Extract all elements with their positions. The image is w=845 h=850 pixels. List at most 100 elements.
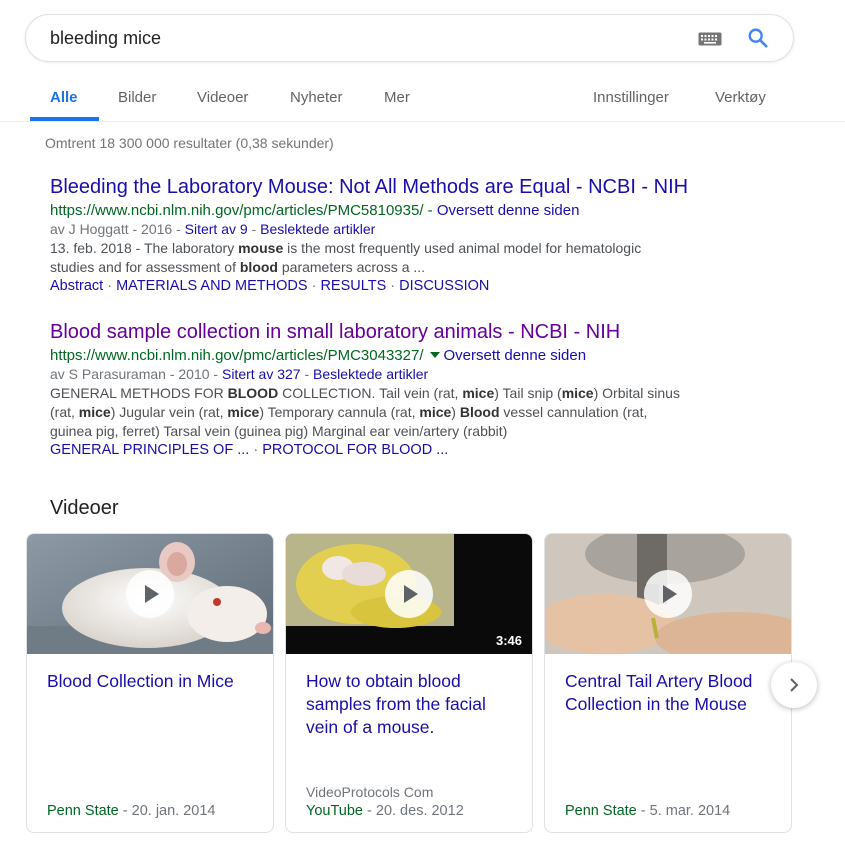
snippet-text: studies and for assessment of xyxy=(50,259,240,275)
video-card[interactable]: 3:46 How to obtain blood samples from th… xyxy=(285,533,533,833)
snippet-keyword: mice xyxy=(462,385,495,401)
tab-news[interactable]: Nyheter xyxy=(290,89,343,106)
snippet-text: GENERAL METHODS FOR xyxy=(50,385,228,401)
play-icon[interactable] xyxy=(385,570,433,618)
video-thumbnail[interactable] xyxy=(27,534,273,654)
video-source: YouTube - 20. des. 2012 xyxy=(306,803,464,819)
tab-settings[interactable]: Innstillinger xyxy=(593,89,669,106)
related-articles-link[interactable]: Beslektede artikler xyxy=(313,366,428,382)
result-sitelinks: Abstract · MATERIALS AND METHODS · RESUL… xyxy=(50,277,790,296)
video-date: 20. jan. 2014 xyxy=(131,803,216,819)
sitelink-abstract[interactable]: Abstract xyxy=(50,278,103,294)
separator: - xyxy=(300,366,314,382)
snippet-keyword: mice xyxy=(227,404,260,420)
video-title[interactable]: Central Tail Artery Blood Collection in … xyxy=(565,670,780,716)
snippet-text: - The laboratory xyxy=(131,240,239,256)
video-title[interactable]: Blood Collection in Mice xyxy=(47,670,262,693)
snippet-text: guinea pig, ferret) Tarsal vein (guinea … xyxy=(50,423,508,439)
video-date: 20. des. 2012 xyxy=(375,803,464,819)
separator: - xyxy=(247,221,261,237)
snippet-keyword: mice xyxy=(419,404,452,420)
videos-heading: Videoer xyxy=(50,497,119,519)
cited-by-link[interactable]: Sitert av 9 xyxy=(185,221,248,237)
separator: - xyxy=(118,803,132,819)
video-card[interactable]: Blood Collection in Mice Penn State - 20… xyxy=(26,533,274,833)
snippet-keyword: blood xyxy=(239,259,278,275)
translate-link[interactable]: Oversett denne siden xyxy=(437,202,580,219)
sitelink-separator: · xyxy=(249,442,263,458)
search-tabs: Alle Bilder Videoer Nyheter Mer Innstill… xyxy=(0,80,845,122)
snippet-text: ) Temporary cannula (rat, xyxy=(259,404,420,420)
translate-link[interactable]: Oversett denne siden xyxy=(444,347,587,364)
snippet-text: ) Jugular vein (rat, xyxy=(110,404,228,420)
result-snippet: 13. feb. 2018 - The laboratory mouse is … xyxy=(50,239,790,277)
video-source-name: YouTube xyxy=(306,803,363,819)
video-duration: 3:46 xyxy=(495,633,522,648)
result-title-link[interactable]: Bleeding the Laboratory Mouse: Not All M… xyxy=(50,175,790,199)
search-box[interactable] xyxy=(25,14,794,62)
video-channel: VideoProtocols Com xyxy=(306,784,434,800)
snippet-text: is the most frequently used animal model… xyxy=(283,240,642,256)
result-title-link[interactable]: Blood sample collection in small laborat… xyxy=(50,320,790,344)
author-year: av S Parasuraman - 2010 - xyxy=(50,366,222,382)
video-title[interactable]: How to obtain blood samples from the fac… xyxy=(306,670,521,739)
snippet-text: ) Orbital sinus xyxy=(593,385,680,401)
search-result: Bleeding the Laboratory Mouse: Not All M… xyxy=(50,175,790,296)
snippet-text: ) xyxy=(451,404,460,420)
search-input[interactable] xyxy=(50,15,690,61)
snippet-keyword: mice xyxy=(561,385,594,401)
sitelink-protocol[interactable]: PROTOCOL FOR BLOOD ... xyxy=(262,442,448,458)
video-card[interactable]: Central Tail Artery Blood Collection in … xyxy=(544,533,792,833)
keyboard-icon[interactable] xyxy=(698,32,722,46)
sitelink-methods[interactable]: MATERIALS AND METHODS xyxy=(116,278,307,294)
tab-more[interactable]: Mer xyxy=(384,89,410,106)
snippet-text: ) Tail snip ( xyxy=(494,385,562,401)
related-articles-link[interactable]: Beslektede artikler xyxy=(260,221,375,237)
search-icon[interactable] xyxy=(747,27,769,49)
sitelink-separator: · xyxy=(386,278,400,294)
result-url-line: https://www.ncbi.nlm.nih.gov/pmc/article… xyxy=(50,346,790,365)
result-url[interactable]: https://www.ncbi.nlm.nih.gov/pmc/article… xyxy=(50,202,424,219)
result-meta: av J Hoggatt - 2016 - Sitert av 9 - Besl… xyxy=(50,220,790,239)
result-url-line: https://www.ncbi.nlm.nih.gov/pmc/article… xyxy=(50,201,790,220)
video-source-name: Penn State xyxy=(47,803,119,819)
snippet-keyword: BLOOD xyxy=(227,385,279,401)
play-icon[interactable] xyxy=(644,570,692,618)
video-source-name: Penn State xyxy=(565,803,637,819)
video-thumbnail[interactable] xyxy=(545,534,791,654)
chevron-right-icon xyxy=(790,678,799,692)
snippet-keyword: Blood xyxy=(459,404,500,420)
play-icon[interactable] xyxy=(126,570,174,618)
tab-tools[interactable]: Verktøy xyxy=(715,89,766,106)
video-thumbnail[interactable]: 3:46 xyxy=(286,534,532,654)
cited-by-link[interactable]: Sitert av 327 xyxy=(222,366,301,382)
sitelink-results[interactable]: RESULTS xyxy=(320,278,386,294)
snippet-text: COLLECTION. Tail vein (rat, xyxy=(278,385,463,401)
video-source: Penn State - 20. jan. 2014 xyxy=(47,803,216,819)
carousel-next-button[interactable] xyxy=(771,662,817,708)
active-tab-indicator xyxy=(30,117,99,121)
sitelink-general-principles[interactable]: GENERAL PRINCIPLES OF ... xyxy=(50,442,249,458)
tab-all[interactable]: Alle xyxy=(50,89,78,106)
video-source: Penn State - 5. mar. 2014 xyxy=(565,803,730,819)
snippet-keyword: mouse xyxy=(238,240,284,256)
result-sitelinks: GENERAL PRINCIPLES OF ... · PROTOCOL FOR… xyxy=(50,441,790,460)
tab-images[interactable]: Bilder xyxy=(118,89,156,106)
tab-videos[interactable]: Videoer xyxy=(197,89,248,106)
search-result: Blood sample collection in small laborat… xyxy=(50,320,790,460)
result-url[interactable]: https://www.ncbi.nlm.nih.gov/pmc/article… xyxy=(50,347,424,364)
author-year: av J Hoggatt - 2016 - xyxy=(50,221,185,237)
result-stats: Omtrent 18 300 000 resultater (0,38 seku… xyxy=(45,135,334,151)
snippet-text: parameters across a ... xyxy=(277,259,426,275)
dropdown-arrow-icon[interactable] xyxy=(429,352,440,359)
snippet-text: (rat, xyxy=(50,404,79,420)
result-meta: av S Parasuraman - 2010 - Sitert av 327 … xyxy=(50,365,790,384)
sitelink-discussion[interactable]: DISCUSSION xyxy=(399,278,489,294)
separator: - xyxy=(362,803,376,819)
snippet-text: vessel cannulation (rat, xyxy=(499,404,648,420)
snippet-keyword: mice xyxy=(78,404,111,420)
separator: - xyxy=(423,202,437,219)
sitelink-separator: · xyxy=(103,278,117,294)
sitelink-separator: · xyxy=(307,278,321,294)
video-date: 5. mar. 2014 xyxy=(649,803,731,819)
